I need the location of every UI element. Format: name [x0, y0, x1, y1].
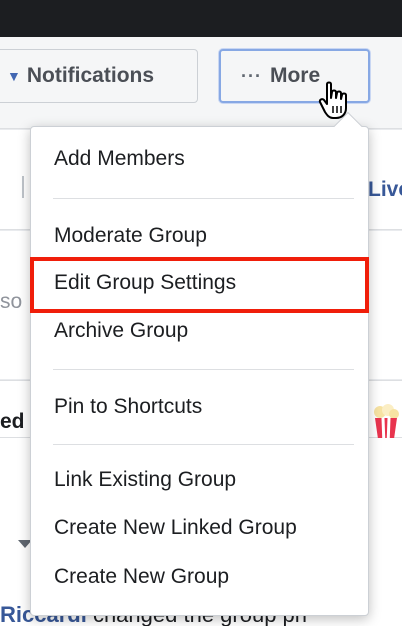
tab-divider — [22, 176, 24, 198]
menu-item-moderate-group[interactable]: Moderate Group — [54, 224, 207, 248]
more-label: More — [269, 64, 321, 87]
notifications-button[interactable]: ▼ Notifications — [0, 49, 198, 103]
about-text-fragment: so — [0, 290, 23, 313]
menu-item-pin-to-shortcuts[interactable]: Pin to Shortcuts — [54, 395, 202, 419]
menu-item-link-existing-group[interactable]: Link Existing Group — [54, 468, 236, 492]
shortcut-text-fragment: ed — [0, 410, 25, 433]
menu-item-create-new-linked-group[interactable]: Create New Linked Group — [54, 516, 297, 540]
edit-settings-highlight-box — [30, 257, 369, 313]
hand-pointer-cursor-icon — [318, 81, 347, 119]
more-dots-icon: ··· — [241, 65, 262, 86]
menu-item-create-new-group[interactable]: Create New Group — [54, 565, 229, 589]
live-tab-fragment[interactable]: Live — [368, 178, 402, 202]
menu-item-add-members[interactable]: Add Members — [54, 147, 185, 171]
notifications-label: Notifications — [26, 64, 155, 87]
menu-separator — [53, 369, 354, 370]
menu-item-archive-group[interactable]: Archive Group — [54, 319, 188, 343]
more-dropdown-menu: Add Members Moderate Group Edit Group Se… — [30, 111, 369, 616]
menu-separator — [53, 198, 354, 199]
menu-separator — [53, 444, 354, 445]
notification-bell-icon: ▼ — [7, 68, 21, 84]
top-navigation-bar — [0, 0, 402, 37]
